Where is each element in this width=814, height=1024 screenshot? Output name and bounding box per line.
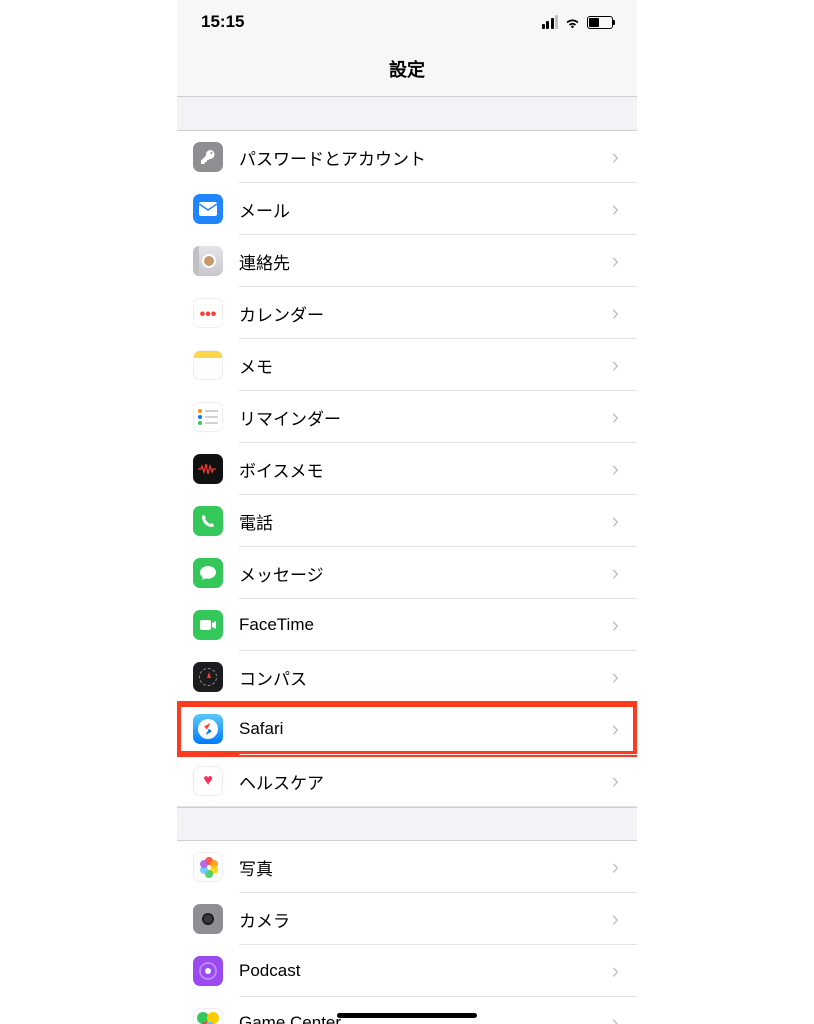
row-label: ヘルスケア	[239, 769, 604, 794]
row-podcast[interactable]: Podcast ›	[177, 945, 637, 997]
row-label: FaceTime	[239, 615, 604, 635]
home-indicator[interactable]	[337, 1013, 477, 1018]
row-label: コンパス	[239, 665, 604, 690]
podcast-icon	[193, 956, 223, 986]
row-facetime[interactable]: FaceTime ›	[177, 599, 637, 651]
chevron-right-icon: ›	[604, 716, 637, 742]
chevron-right-icon: ›	[604, 508, 637, 534]
row-label: リマインダー	[239, 405, 604, 430]
row-voice-memo[interactable]: ボイスメモ ›	[177, 443, 637, 495]
row-label: Safari	[239, 719, 604, 739]
safari-icon	[193, 714, 223, 744]
camera-icon	[193, 904, 223, 934]
chevron-right-icon: ›	[604, 560, 637, 586]
row-compass[interactable]: コンパス ›	[177, 651, 637, 703]
chevron-right-icon: ›	[604, 404, 637, 430]
page-title: 設定	[177, 44, 637, 97]
row-label: Podcast	[239, 961, 604, 981]
row-phone[interactable]: 電話 ›	[177, 495, 637, 547]
row-health[interactable]: ♥ ヘルスケア ›	[177, 755, 637, 807]
game-center-icon	[193, 1008, 223, 1024]
mail-icon	[193, 194, 223, 224]
row-reminders[interactable]: リマインダー ›	[177, 391, 637, 443]
chevron-right-icon: ›	[604, 248, 637, 274]
row-calendar[interactable]: ••• カレンダー ›	[177, 287, 637, 339]
notes-icon	[193, 350, 223, 380]
chevron-right-icon: ›	[604, 196, 637, 222]
chevron-right-icon: ›	[604, 300, 637, 326]
row-label: メモ	[239, 353, 604, 378]
row-photos[interactable]: 写真 ›	[177, 841, 637, 893]
row-mail[interactable]: メール ›	[177, 183, 637, 235]
settings-list-group-1: パスワードとアカウント › メール › 連絡先 › ••• カレンダー › メモ…	[177, 131, 637, 807]
chevron-right-icon: ›	[604, 958, 637, 984]
battery-icon	[587, 16, 613, 29]
chevron-right-icon: ›	[604, 456, 637, 482]
contacts-icon	[193, 246, 223, 276]
row-label: パスワードとアカウント	[239, 145, 604, 170]
row-label: メッセージ	[239, 561, 604, 586]
status-indicators	[542, 15, 614, 29]
chevron-right-icon: ›	[604, 144, 637, 170]
row-game-center[interactable]: Game Center ›	[177, 997, 637, 1024]
facetime-icon	[193, 610, 223, 640]
reminders-icon	[193, 402, 223, 432]
status-bar: 15:15	[177, 0, 637, 44]
chevron-right-icon: ›	[604, 906, 637, 932]
row-safari[interactable]: Safari ›	[177, 703, 637, 755]
voice-memo-icon	[193, 454, 223, 484]
row-label: 連絡先	[239, 249, 604, 274]
wifi-icon	[564, 16, 581, 29]
row-contacts[interactable]: 連絡先 ›	[177, 235, 637, 287]
compass-icon	[193, 662, 223, 692]
status-time: 15:15	[201, 12, 244, 32]
calendar-icon: •••	[193, 298, 223, 328]
row-messages[interactable]: メッセージ ›	[177, 547, 637, 599]
row-label: 電話	[239, 509, 604, 534]
row-label: メール	[239, 197, 604, 222]
settings-screen: 15:15 設定 パスワードとアカウント › メール › 連絡先 › ••• カ…	[177, 0, 637, 1024]
row-label: 写真	[239, 855, 604, 880]
messages-icon	[193, 558, 223, 588]
photos-icon	[193, 852, 223, 882]
row-label: カレンダー	[239, 301, 604, 326]
chevron-right-icon: ›	[604, 768, 637, 794]
chevron-right-icon: ›	[604, 352, 637, 378]
section-spacer	[177, 97, 637, 131]
chevron-right-icon: ›	[604, 612, 637, 638]
chevron-right-icon: ›	[604, 854, 637, 880]
row-passwords[interactable]: パスワードとアカウント ›	[177, 131, 637, 183]
key-icon	[193, 142, 223, 172]
row-notes[interactable]: メモ ›	[177, 339, 637, 391]
chevron-right-icon: ›	[604, 1010, 637, 1024]
row-camera[interactable]: カメラ ›	[177, 893, 637, 945]
cellular-signal-icon	[542, 15, 559, 29]
phone-icon	[193, 506, 223, 536]
row-label: カメラ	[239, 907, 604, 932]
settings-list-group-2: 写真 › カメラ › Podcast › Game Center ›	[177, 841, 637, 1024]
section-spacer	[177, 807, 637, 841]
row-label: ボイスメモ	[239, 457, 604, 482]
chevron-right-icon: ›	[604, 664, 637, 690]
health-icon: ♥	[193, 766, 223, 796]
